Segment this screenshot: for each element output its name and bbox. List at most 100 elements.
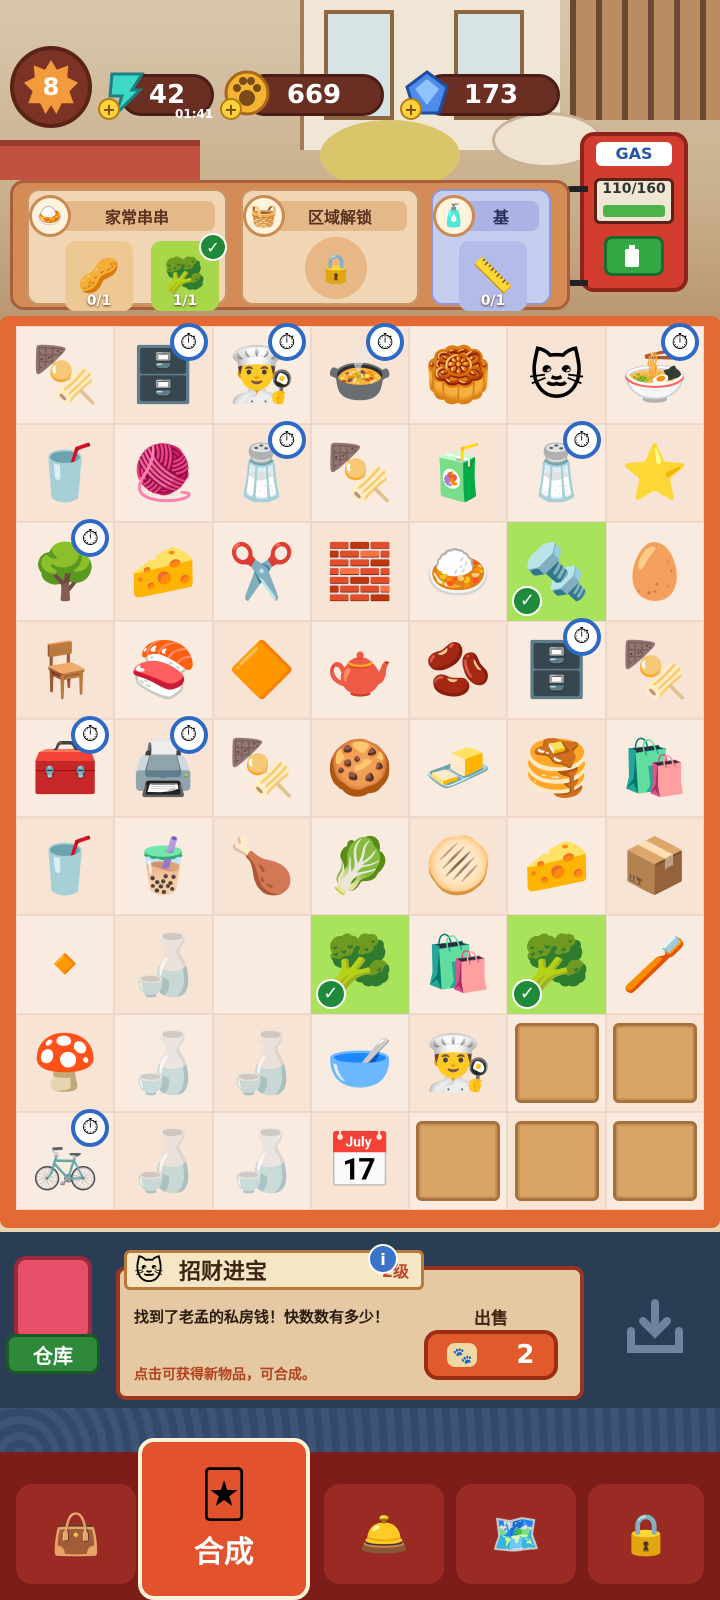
board-cell[interactable] xyxy=(507,1013,606,1112)
board-cell[interactable]: 🥬 xyxy=(310,817,410,916)
nav-shop-tab[interactable]: 👜 xyxy=(16,1484,136,1584)
board-cell[interactable]: 🍣 xyxy=(114,620,213,719)
board-cell[interactable]: 🥤 xyxy=(16,424,115,523)
board-cell[interactable]: 🧂 ⏱ xyxy=(212,421,311,523)
merge-item[interactable]: 🧱 xyxy=(326,540,393,604)
merge-item[interactable]: 🔸 xyxy=(32,932,99,996)
order-slot[interactable]: 📏 0/1 xyxy=(459,241,527,311)
merge-item[interactable]: 🥤 xyxy=(32,441,99,505)
board-cell[interactable]: 🍢 xyxy=(16,326,115,425)
board-cell[interactable]: 🍢 xyxy=(212,718,311,818)
merge-item[interactable]: 🧃 xyxy=(425,441,492,505)
board-cell[interactable]: 🧈 xyxy=(409,718,508,818)
board-cell[interactable]: 🖨️ ⏱ xyxy=(114,715,213,818)
board-cell[interactable]: 🥣 xyxy=(310,1013,410,1112)
merge-item[interactable]: 🥣 xyxy=(326,1031,393,1095)
merge-item[interactable]: 🍪 xyxy=(326,736,393,800)
order-card-area-unlock[interactable]: 区域解锁 🧺 🔒 xyxy=(241,189,419,305)
board-cell[interactable] xyxy=(605,1013,704,1112)
board-cell[interactable]: 🚲 ⏱ xyxy=(16,1108,115,1210)
board-cell[interactable]: 🍶 xyxy=(212,1013,311,1112)
board-cell[interactable] xyxy=(409,1111,508,1210)
board-cell[interactable]: 🍢 xyxy=(310,424,410,523)
board-cell[interactable]: 🧱 xyxy=(310,522,410,621)
board-cell[interactable]: 🔩 ✓ xyxy=(507,522,606,621)
board-cell[interactable] xyxy=(212,915,311,1014)
board-cell[interactable]: 🧂 ⏱ xyxy=(507,421,606,523)
merge-item[interactable]: 🥚 xyxy=(621,540,688,604)
board-cell[interactable]: 🍛 xyxy=(409,522,508,621)
board-cell[interactable] xyxy=(507,1111,606,1210)
merge-item[interactable]: 🥞 xyxy=(523,736,590,800)
merge-item[interactable]: 📅 xyxy=(326,1129,393,1193)
board-cell[interactable]: 🧋 xyxy=(114,817,213,916)
board-cell[interactable]: 🍶 xyxy=(114,1013,213,1112)
board-cell[interactable]: 🍜 ⏱ xyxy=(605,323,704,425)
locked-crate[interactable] xyxy=(612,1022,697,1103)
merge-item[interactable]: 🪑 xyxy=(32,638,99,702)
add-energy-button[interactable]: + xyxy=(98,98,120,120)
board-cell[interactable]: 🍲 ⏱ xyxy=(310,323,410,425)
board-cell[interactable]: 🧀 xyxy=(114,522,213,621)
board-cell[interactable]: 🥤 xyxy=(16,817,115,916)
cobweb-item[interactable]: 🍶 xyxy=(126,1125,201,1196)
merge-item[interactable]: 🥬 xyxy=(326,834,393,898)
merge-item[interactable]: 🧀 xyxy=(523,834,590,898)
cobweb-item[interactable]: 🍶 xyxy=(224,1125,299,1196)
nav-locked-tab[interactable]: 🔒 xyxy=(588,1484,704,1584)
gas-refill-button[interactable] xyxy=(604,236,664,276)
merge-item[interactable]: 🧈 xyxy=(425,736,492,800)
merge-item[interactable]: 🫖 xyxy=(326,638,393,702)
order-card-homestyle-skewers[interactable]: 家常串串 🍛 🥜 0/1 🥦 1/1 ✓ xyxy=(27,189,227,311)
merge-item[interactable]: 🍢 xyxy=(621,638,688,702)
board-cell[interactable]: 👨‍🍳 ⏱ xyxy=(212,323,311,425)
gas-pump[interactable]: GAS 110/160 xyxy=(552,132,688,292)
merge-item[interactable]: 🪥 xyxy=(621,932,688,996)
merge-item[interactable]: ⭐ xyxy=(621,441,688,505)
board-cell[interactable]: 🍄 xyxy=(16,1013,115,1112)
board-cell[interactable]: 🥦 ✓ xyxy=(507,915,606,1014)
order-slot[interactable]: 🥜 0/1 xyxy=(65,241,133,311)
board-cell[interactable]: 🥞 xyxy=(507,718,606,818)
merge-item[interactable]: 🧶 xyxy=(130,441,197,505)
merge-item[interactable]: 🛍️ xyxy=(425,932,492,996)
board-cell[interactable]: 🍗 xyxy=(212,817,311,916)
board-cell[interactable]: 🧶 xyxy=(114,424,213,523)
merge-item[interactable]: 🫓 xyxy=(425,834,492,898)
board-cell[interactable]: 🥮 xyxy=(409,326,508,425)
store-into-warehouse-icon[interactable] xyxy=(620,1294,690,1364)
locked-crate[interactable] xyxy=(612,1120,697,1201)
board-cell[interactable]: 🥦 ✓ xyxy=(310,915,410,1014)
board-cell[interactable]: 🧀 xyxy=(507,817,606,916)
merge-item[interactable]: 👨‍🍳 xyxy=(425,1031,492,1095)
board-cell[interactable]: 🛍️ xyxy=(605,718,704,818)
player-level-badge[interactable]: 8 xyxy=(10,46,92,128)
merge-item[interactable]: 🍗 xyxy=(228,834,295,898)
order-slot[interactable]: 🥦 1/1 ✓ xyxy=(151,233,227,311)
merge-item[interactable]: 🐱 xyxy=(528,344,584,407)
order-card-partial[interactable]: 基 🧴 📏 0/1 xyxy=(431,189,551,311)
board-cell[interactable]: 🍢 xyxy=(605,620,704,719)
locked-crate[interactable] xyxy=(514,1120,599,1201)
board-cell[interactable]: 📅 xyxy=(310,1111,410,1210)
merge-item[interactable]: 🍣 xyxy=(130,638,197,702)
merge-item[interactable]: 📦 xyxy=(621,834,688,898)
board-cell[interactable]: 🌳 ⏱ xyxy=(16,519,115,621)
merge-item[interactable]: 🫘 xyxy=(425,638,492,702)
merge-item[interactable]: 🍛 xyxy=(425,540,492,604)
merge-item[interactable]: 🍢 xyxy=(228,736,295,800)
board-cell[interactable]: ⭐ xyxy=(605,424,704,523)
merge-item[interactable]: 🥤 xyxy=(32,834,99,898)
board-cell[interactable]: 🫓 xyxy=(409,817,508,916)
board-cell[interactable]: 🧃 xyxy=(409,424,508,523)
cobweb-item[interactable]: 🍶 xyxy=(126,1027,201,1098)
merge-item[interactable]: 🧀 xyxy=(130,540,197,604)
info-icon[interactable]: i xyxy=(368,1244,398,1274)
board-cell[interactable]: 🗄️ ⏱ xyxy=(507,617,606,719)
board-cell[interactable]: 🗄️ ⏱ xyxy=(114,323,213,425)
board-cell[interactable]: ✂️ xyxy=(212,522,311,621)
locked-crate[interactable] xyxy=(514,1022,599,1103)
sell-button[interactable]: 🐾 2 xyxy=(424,1330,558,1380)
board-cell[interactable]: 🪥 xyxy=(605,915,704,1014)
merge-item[interactable]: ✂️ xyxy=(228,540,295,604)
